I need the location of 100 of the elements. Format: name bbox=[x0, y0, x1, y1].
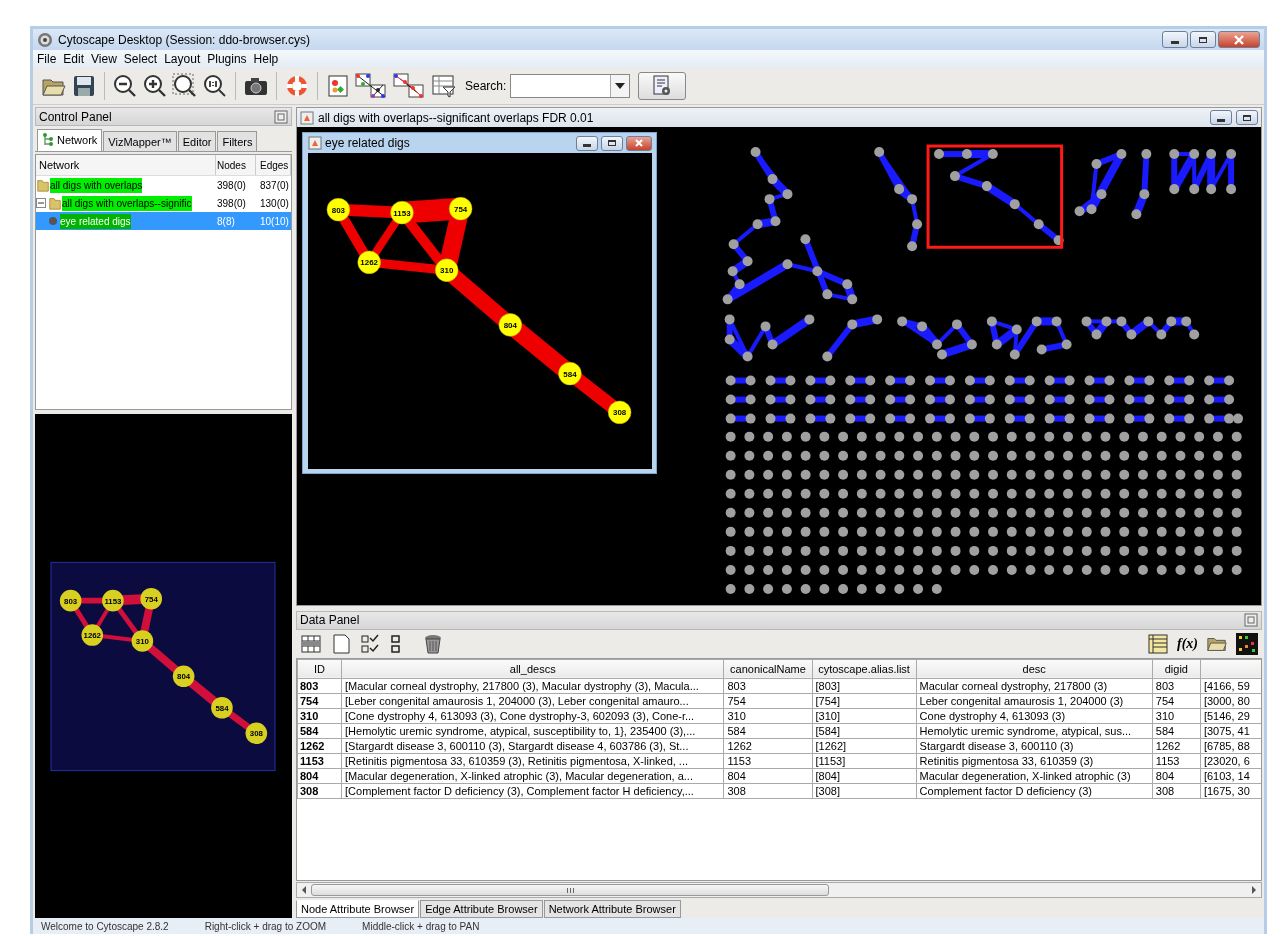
minimize-button[interactable] bbox=[1162, 31, 1188, 48]
column-header[interactable]: ID bbox=[297, 659, 342, 679]
network-name: eye related digs bbox=[60, 213, 131, 229]
table-cell: [584] bbox=[812, 723, 917, 739]
table-cell: [Macular degeneration, X-linked atrophic (3), Macular degeneration, a... bbox=[341, 768, 724, 784]
node-label: 584 bbox=[215, 703, 229, 713]
internal-window[interactable]: eye related digs 803 1153 754 1262 310 804 584 308 bbox=[302, 132, 657, 474]
heatmap-icon[interactable] bbox=[1236, 632, 1258, 655]
menu-item[interactable]: Select bbox=[123, 52, 158, 66]
table-filter-icon[interactable] bbox=[431, 73, 457, 99]
table-cell: 584 bbox=[723, 723, 812, 739]
tree-row[interactable]: all digs with overlaps--signific 398(0) 130(0) bbox=[36, 194, 291, 212]
node-label: 584 bbox=[563, 369, 577, 379]
shapes-document-icon[interactable] bbox=[325, 73, 351, 99]
zoom-in-icon[interactable] bbox=[142, 73, 168, 99]
node-label: 310 bbox=[135, 636, 149, 646]
table-cell: 754 bbox=[723, 693, 812, 709]
table-cell: [Stargardt disease 3, 600110 (3), Stargardt disease 4, 603786 (3), St... bbox=[341, 738, 724, 754]
column-header[interactable]: cytoscape.alias.list bbox=[812, 659, 917, 679]
node-label: 803 bbox=[331, 205, 345, 215]
table-cell: 310 bbox=[723, 708, 812, 724]
lifebuoy-icon[interactable] bbox=[284, 73, 310, 99]
node-label: 308 bbox=[249, 729, 263, 739]
node-count: 8(8) bbox=[216, 215, 236, 227]
table-cell: Complement factor D deficiency (3) bbox=[916, 783, 1153, 799]
table-cell: 1153 bbox=[723, 753, 812, 769]
browser-tab[interactable]: Network Attribute Browser bbox=[543, 900, 681, 918]
viewport-rect[interactable] bbox=[50, 561, 276, 772]
frame-icon bbox=[308, 136, 322, 150]
collapse-icon[interactable] bbox=[36, 198, 46, 208]
table-cell: [Leber congenital amaurosis 1, 204000 (3), Leber congenital amauro... bbox=[341, 693, 724, 709]
maximize-button[interactable] bbox=[601, 135, 623, 151]
search-label: Search: bbox=[465, 79, 507, 93]
table-cell: Macular degeneration, X-linked atrophic (3) bbox=[916, 768, 1153, 784]
column-header[interactable]: Network bbox=[36, 155, 216, 175]
panel-tab[interactable]: Filters bbox=[217, 131, 258, 151]
menu-item[interactable]: Layout bbox=[164, 52, 201, 66]
column-header[interactable]: Nodes bbox=[216, 155, 256, 175]
table-cell: [Hemolytic uremic syndrome, atypical, susceptibility to, 1}, 235400 (3),... bbox=[341, 723, 724, 739]
close-button[interactable] bbox=[1218, 31, 1260, 48]
folder-icon bbox=[48, 196, 62, 210]
table-cell: 754 bbox=[1152, 693, 1201, 709]
edge-count: 837(0) bbox=[259, 179, 290, 191]
undock-icon[interactable] bbox=[1244, 613, 1258, 628]
table-cell: Leber congenital amaurosis 1, 204000 (3) bbox=[916, 693, 1153, 709]
table-cell: [Retinitis pigmentosa 33, 610359 (3), Retinitis pigmentosa, X-linked, ... bbox=[341, 753, 724, 769]
save-icon[interactable] bbox=[71, 73, 97, 99]
menu-item[interactable]: View bbox=[91, 52, 117, 66]
panel-tab[interactable]: VizMapper™ bbox=[103, 131, 177, 151]
minimize-button[interactable] bbox=[576, 135, 598, 151]
zoom-out-icon[interactable] bbox=[112, 73, 138, 99]
horizontal-scrollbar[interactable] bbox=[296, 882, 1262, 898]
caret-icon[interactable] bbox=[615, 83, 626, 89]
zoom-fit-icon[interactable] bbox=[172, 73, 198, 99]
column-header[interactable]: desc bbox=[916, 659, 1153, 679]
settings-button[interactable] bbox=[638, 72, 687, 100]
menu-item[interactable]: Help bbox=[253, 52, 279, 66]
function-button[interactable]: f(x) bbox=[1177, 635, 1198, 652]
undock-icon[interactable] bbox=[274, 109, 288, 124]
minimize-button[interactable] bbox=[1210, 110, 1232, 125]
zoom-actual-icon[interactable] bbox=[202, 73, 228, 99]
node-label: 1153 bbox=[393, 208, 411, 218]
column-header[interactable]: digid bbox=[1152, 659, 1201, 679]
menu-item[interactable]: File bbox=[37, 52, 57, 66]
search-field[interactable] bbox=[510, 74, 631, 98]
node-label: 1262 bbox=[83, 631, 101, 640]
browser-tab[interactable]: Edge Attribute Browser bbox=[420, 900, 543, 918]
maximize-button[interactable] bbox=[1190, 31, 1216, 48]
close-button[interactable] bbox=[626, 135, 652, 151]
panel-title: Control Panel bbox=[39, 109, 112, 124]
column-header[interactable]: canonicalName bbox=[723, 659, 812, 679]
table-cell: [Complement factor D deficiency (3), Complement factor H deficiency,... bbox=[341, 783, 724, 799]
tree-row[interactable]: all digs with overlaps 398(0) 837(0) bbox=[36, 176, 291, 194]
document-gear-icon bbox=[652, 75, 673, 97]
network-path-icon[interactable] bbox=[393, 73, 427, 99]
table-cell: 803 bbox=[723, 678, 812, 694]
table-cell: 308 bbox=[1152, 783, 1201, 799]
panel-tab[interactable]: Editor bbox=[177, 131, 217, 151]
trash-icon[interactable] bbox=[422, 632, 444, 655]
panel-tab[interactable]: Network bbox=[37, 129, 103, 151]
table-cell: [Cone dystrophy 4, 613093 (3), Cone dystrophy-3, 602093 (3), Cone-r... bbox=[341, 708, 724, 724]
column-header[interactable]: Edges bbox=[256, 155, 291, 175]
network-name: all digs with overlaps--signific bbox=[62, 195, 192, 211]
browser-tab[interactable]: Node Attribute Browser bbox=[296, 900, 420, 918]
table-cell: 754 bbox=[297, 693, 342, 709]
maximize-button[interactable] bbox=[1236, 110, 1258, 125]
table-icon[interactable] bbox=[300, 632, 322, 655]
attribute-list-icon[interactable] bbox=[1147, 632, 1169, 655]
table-cell: 584 bbox=[297, 723, 342, 739]
menu-item[interactable]: Edit bbox=[63, 52, 85, 66]
table-cell: 804 bbox=[297, 768, 342, 784]
unchecked-list-icon[interactable] bbox=[390, 632, 402, 655]
network-layout-icon[interactable] bbox=[355, 73, 389, 99]
column-header[interactable]: all_descs bbox=[341, 659, 724, 679]
menu-item[interactable]: Plugins bbox=[207, 52, 247, 66]
overview-panel[interactable]: 803 1153 754 1262 310 804 584 308 bbox=[35, 414, 292, 918]
table-cell: 310 bbox=[1152, 708, 1201, 724]
blank-page-icon[interactable] bbox=[330, 632, 352, 655]
selection-rect[interactable] bbox=[926, 144, 1064, 249]
checklist-icon[interactable] bbox=[360, 632, 382, 655]
